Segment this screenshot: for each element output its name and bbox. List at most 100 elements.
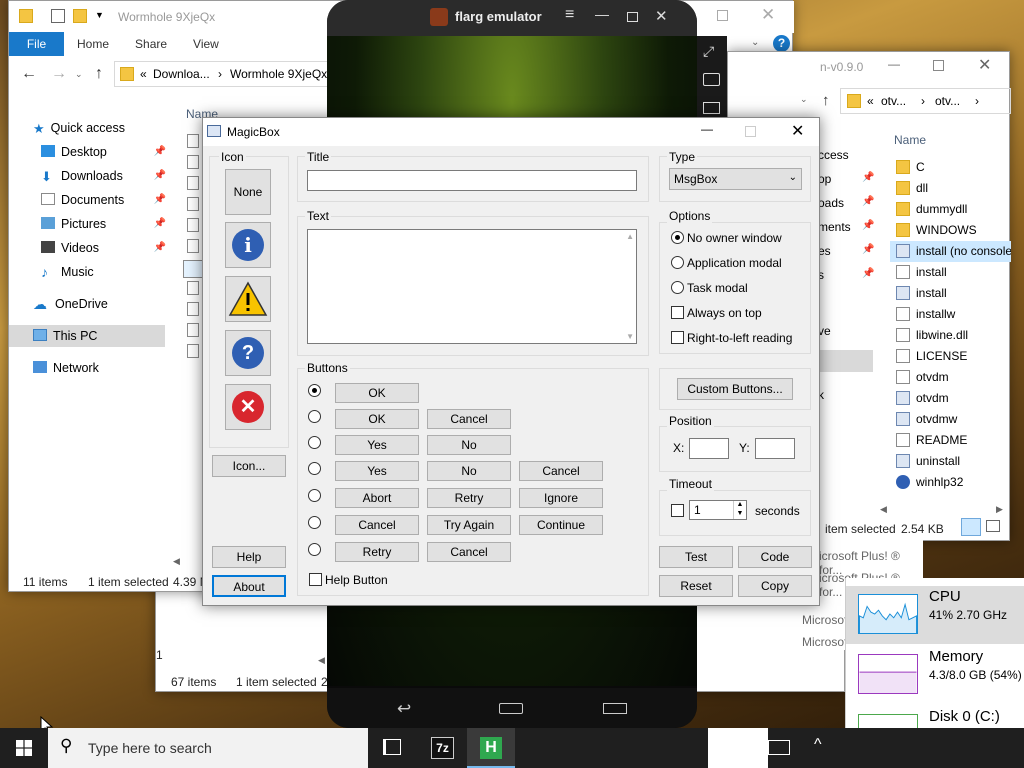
fullscreen-icon[interactable]: ⤢ bbox=[703, 43, 714, 60]
pin-icon[interactable]: 📌 bbox=[154, 141, 166, 163]
pin-icon[interactable]: 📌 bbox=[154, 165, 166, 187]
action-center-icon[interactable] bbox=[768, 740, 790, 755]
home-nav-icon[interactable] bbox=[499, 703, 523, 714]
option-always-on-top-checkbox[interactable] bbox=[671, 306, 684, 319]
address-part-1[interactable]: Downloa... bbox=[153, 67, 210, 81]
code-button[interactable]: Code bbox=[738, 546, 812, 568]
memory-row[interactable]: Memory 4.3/8.0 GB (54%) bbox=[846, 646, 1024, 704]
preview-button[interactable]: Ignore bbox=[519, 488, 603, 508]
address-part-2[interactable]: Wormhole 9XjeQx bbox=[230, 67, 327, 81]
pin-icon[interactable]: 📌 bbox=[862, 268, 874, 279]
new-folder-icon[interactable] bbox=[73, 9, 87, 23]
tab-view[interactable]: View bbox=[180, 32, 232, 56]
preview-button[interactable]: Retry bbox=[335, 542, 419, 562]
list-item[interactable]: uninstall bbox=[890, 451, 1011, 472]
help-icon[interactable]: ? bbox=[773, 35, 790, 52]
recent-chevron-icon[interactable]: ⌄ bbox=[800, 94, 808, 105]
scroll-left-icon[interactable]: ◀ bbox=[880, 504, 887, 515]
scroll-down-icon[interactable]: ▼ bbox=[626, 332, 634, 341]
custom-buttons-button[interactable]: Custom Buttons... bbox=[677, 378, 793, 400]
file-icon[interactable] bbox=[187, 239, 199, 253]
list-item[interactable]: dll bbox=[890, 178, 1011, 199]
nav-forward-icon[interactable]: → bbox=[51, 65, 67, 83]
file-icon[interactable] bbox=[187, 302, 199, 316]
pin-icon[interactable]: 📌 bbox=[154, 189, 166, 211]
maximize-icon[interactable] bbox=[717, 10, 728, 21]
option-rtl-checkbox[interactable] bbox=[671, 331, 684, 344]
list-item[interactable]: WINDOWS bbox=[890, 220, 1011, 241]
screenshot-icon[interactable] bbox=[703, 102, 720, 114]
reset-button[interactable]: Reset bbox=[659, 575, 733, 597]
nav-network[interactable]: Network bbox=[33, 357, 99, 379]
close-icon[interactable]: ✕ bbox=[978, 55, 991, 75]
preview-button[interactable]: No bbox=[427, 435, 511, 455]
preview-button[interactable]: OK bbox=[335, 409, 419, 429]
pin-icon[interactable]: 📌 bbox=[154, 237, 166, 259]
minimize-icon[interactable]: — bbox=[595, 6, 609, 22]
preview-button[interactable]: Cancel bbox=[335, 515, 419, 535]
nav-documents[interactable]: ments bbox=[818, 220, 851, 234]
type-select[interactable]: MsgBox ⌄ bbox=[669, 168, 802, 190]
text-input[interactable]: ▲ ▼ bbox=[307, 229, 637, 344]
title-input[interactable] bbox=[307, 170, 637, 191]
tab-home[interactable]: Home bbox=[64, 32, 122, 56]
timeout-input[interactable]: 1 ▲ ▼ bbox=[689, 500, 747, 520]
tab-file[interactable]: File bbox=[9, 32, 64, 56]
nav-pictures[interactable]: Pictures 📌 bbox=[41, 213, 166, 235]
list-item[interactable]: installw bbox=[890, 304, 1011, 325]
properties-icon[interactable] bbox=[51, 9, 65, 23]
list-item[interactable]: install bbox=[890, 283, 1011, 304]
nav-this-pc[interactable]: This PC bbox=[9, 325, 165, 347]
ribbon-expand-icon[interactable]: ⌄ bbox=[751, 37, 759, 48]
button-set-radio[interactable] bbox=[308, 384, 321, 397]
nav-videos[interactable]: Videos 📌 bbox=[41, 237, 166, 259]
nav-onedrive[interactable]: ☁ OneDrive bbox=[33, 293, 108, 315]
about-button[interactable]: About bbox=[212, 575, 286, 597]
icon-question-button[interactable]: ? bbox=[225, 330, 271, 376]
close-icon[interactable]: ✕ bbox=[791, 121, 804, 141]
close-icon[interactable]: ✕ bbox=[761, 5, 775, 25]
maximize-icon[interactable] bbox=[627, 12, 638, 22]
nav-desktop[interactable]: Desktop 📌 bbox=[41, 141, 166, 163]
preview-button[interactable]: Retry bbox=[427, 488, 511, 508]
pin-icon[interactable]: 📌 bbox=[154, 213, 166, 235]
icon-error-button[interactable]: ✕ bbox=[225, 384, 271, 430]
file-icon[interactable] bbox=[187, 176, 199, 190]
keyboard-icon[interactable] bbox=[703, 73, 720, 86]
position-x-input[interactable] bbox=[689, 438, 729, 459]
list-item[interactable]: install (no console bbox=[890, 241, 1011, 262]
hex-editor-taskbar-item[interactable]: H bbox=[467, 728, 515, 768]
spin-up-icon[interactable]: ▲ bbox=[733, 501, 746, 510]
icon-info-button[interactable]: i bbox=[225, 222, 271, 268]
file-icon[interactable] bbox=[187, 218, 199, 232]
button-set-radio[interactable] bbox=[308, 462, 321, 475]
pin-icon[interactable]: 📌 bbox=[862, 196, 874, 207]
address-part-1[interactable]: otv... bbox=[881, 94, 906, 108]
close-icon[interactable]: ✕ bbox=[655, 7, 668, 25]
help-button[interactable]: Help bbox=[212, 546, 286, 568]
scroll-left-icon[interactable]: ◀ bbox=[173, 556, 180, 567]
search-box[interactable]: ⚲ Type here to search bbox=[48, 728, 368, 768]
tab-share[interactable]: Share bbox=[122, 32, 180, 56]
button-set-radio[interactable] bbox=[308, 516, 321, 529]
preview-button[interactable]: Cancel bbox=[427, 542, 511, 562]
preview-button[interactable]: Try Again bbox=[427, 515, 511, 535]
cpu-row[interactable]: CPU 41% 2.70 GHz bbox=[846, 586, 1024, 644]
preview-button[interactable]: Cancel bbox=[427, 409, 511, 429]
list-item[interactable]: README bbox=[890, 430, 1011, 451]
pin-icon[interactable]: 📌 bbox=[862, 220, 874, 231]
nav-desktop[interactable]: op bbox=[818, 172, 831, 186]
list-item[interactable]: libwine.dll bbox=[890, 325, 1011, 346]
nav-quick-access[interactable]: ccess bbox=[818, 148, 849, 162]
file-icon[interactable] bbox=[187, 134, 199, 148]
preview-button[interactable]: Continue bbox=[519, 515, 603, 535]
task-view-icon[interactable] bbox=[383, 739, 401, 755]
list-item[interactable]: otvdm bbox=[890, 367, 1011, 388]
icon-browse-button[interactable]: Icon... bbox=[212, 455, 286, 477]
large-icons-view-icon[interactable] bbox=[986, 520, 1000, 532]
recent-nav-icon[interactable] bbox=[603, 703, 627, 714]
show-hidden-icons[interactable]: ^ bbox=[814, 736, 822, 754]
nav-this-pc[interactable] bbox=[818, 350, 873, 372]
recent-chevron-icon[interactable]: ⌄ bbox=[75, 69, 83, 80]
icon-warning-button[interactable] bbox=[225, 276, 271, 322]
